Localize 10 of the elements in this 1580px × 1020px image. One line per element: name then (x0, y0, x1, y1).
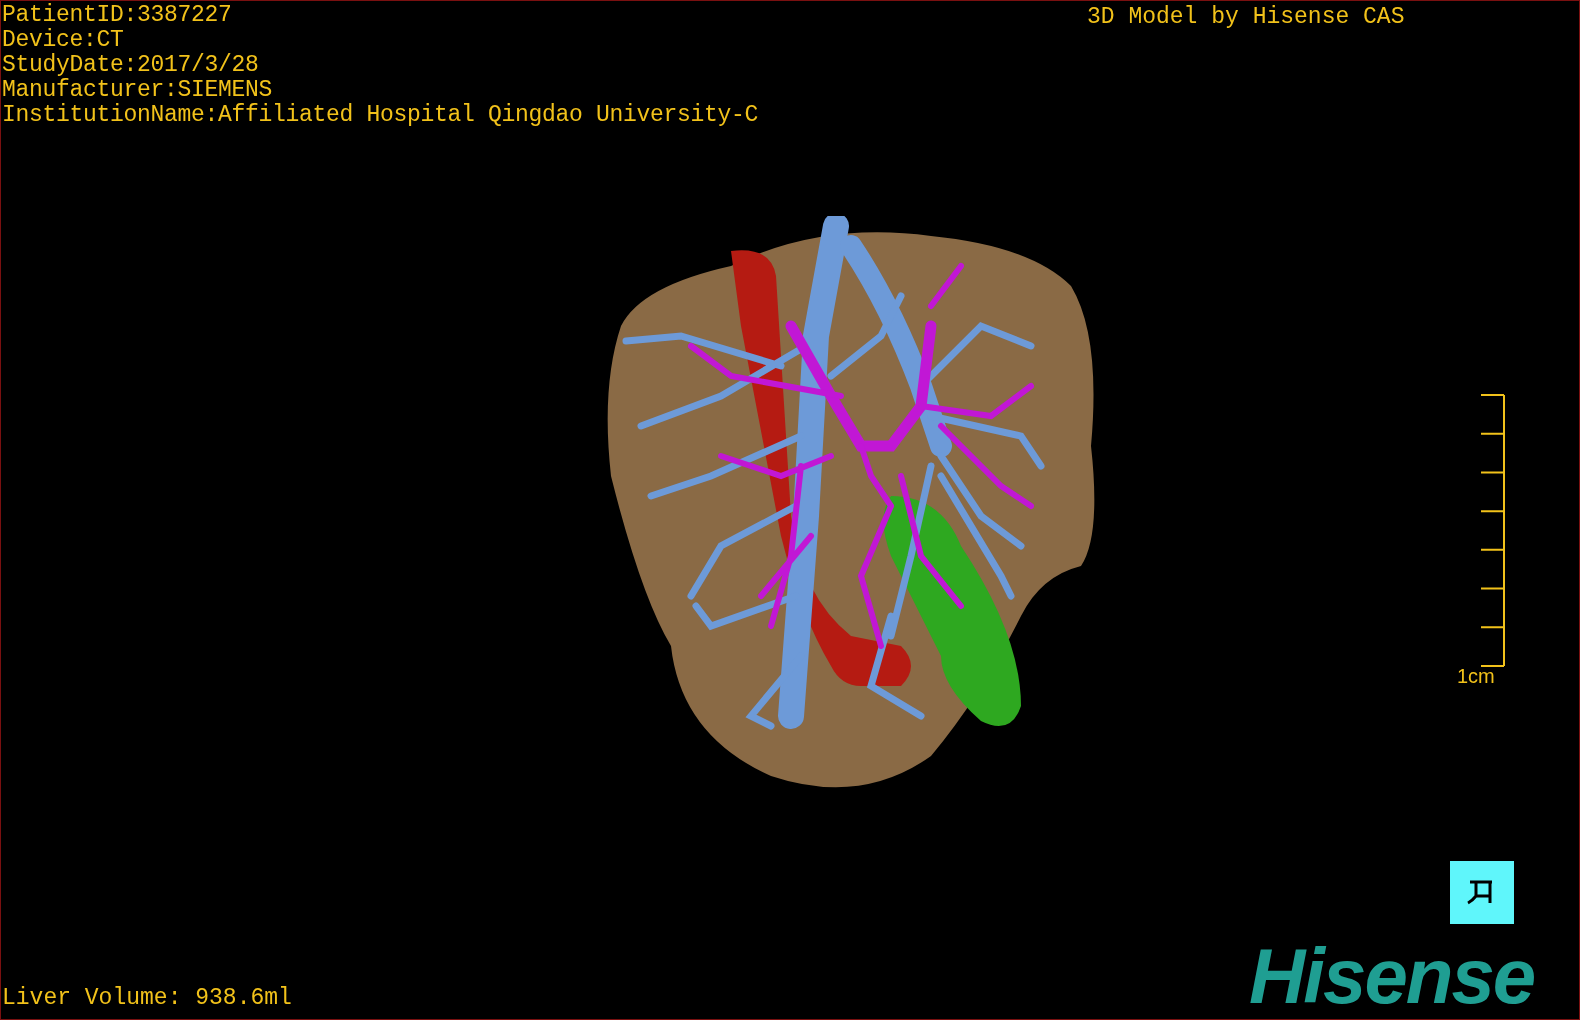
patient-info-text: Device:CT (2, 28, 125, 53)
scale-bar-icon (1481, 394, 1505, 667)
patient-info-text: PatientID:3387227 (2, 3, 233, 28)
patient-info-text: StudyDate:2017/3/28 (2, 53, 260, 78)
patient-info-text: Manufacturer:SIEMENS (2, 78, 274, 103)
scale-label: 1cm (1457, 665, 1495, 687)
app-title: 3D Model by Hisense CAS (1087, 5, 1405, 30)
liver-volume-text: Liver Volume: 938.6ml (2, 986, 292, 1011)
brand-logo: Hisense (1249, 936, 1535, 1016)
patient-info-text: InstitutionName:Affiliated Hospital Qingdao University-C (2, 103, 759, 128)
